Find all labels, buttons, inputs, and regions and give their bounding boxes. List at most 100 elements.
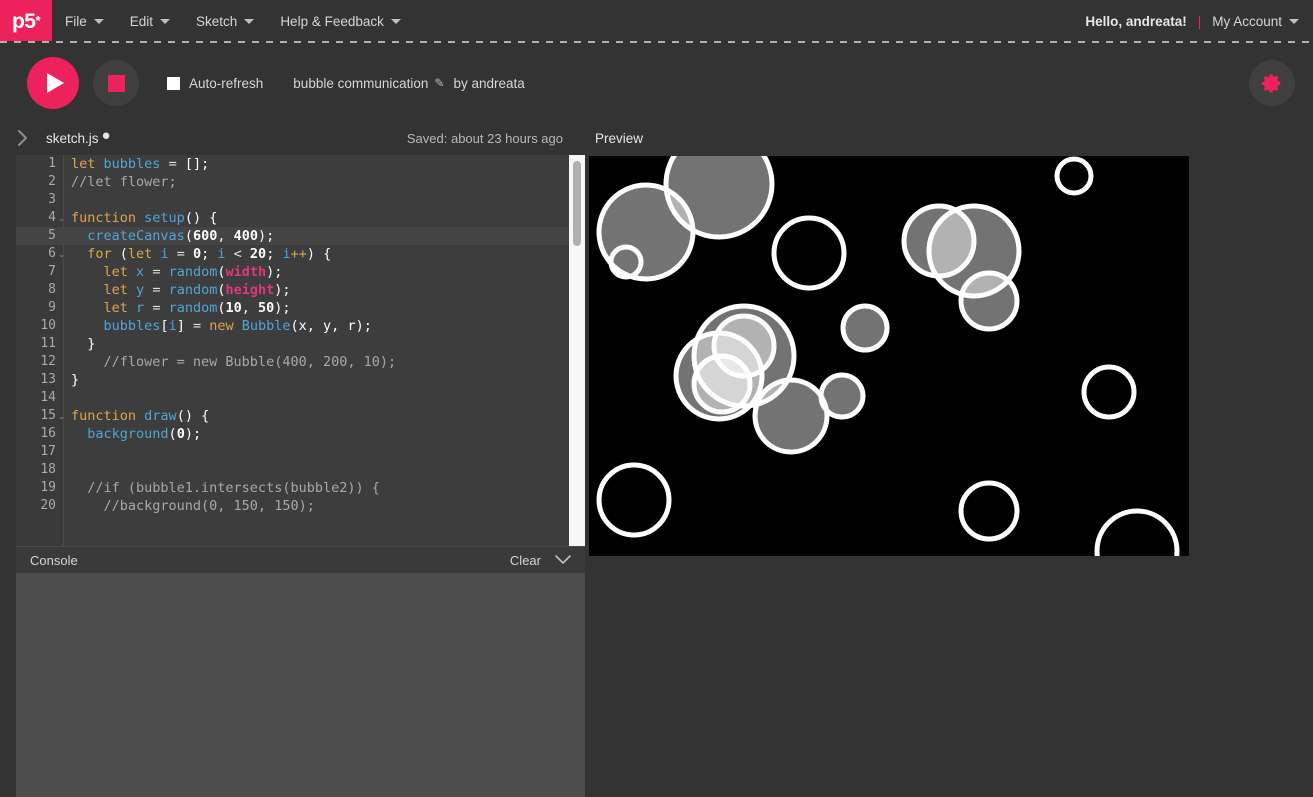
code-line[interactable]: 19 //if (bubble1.intersects(bubble2)) {	[16, 479, 585, 497]
code-line-text: background(0);	[87, 426, 202, 442]
code-line[interactable]: 5 createCanvas(600, 400);	[16, 227, 585, 245]
code-line[interactable]: 9 let r = random(10, 50);	[16, 299, 585, 317]
code-line[interactable]: 12 //flower = new Bubble(400, 200, 10);	[16, 353, 585, 371]
sidebar-toggle-button[interactable]	[0, 121, 46, 155]
bubble-canvas	[589, 156, 1189, 556]
code-line[interactable]: 14	[16, 389, 585, 407]
code-line[interactable]: 4 ⌄ function setup() {	[16, 209, 585, 227]
sketch-canvas[interactable]	[589, 156, 1189, 556]
sketch-name[interactable]: bubble communication ✎	[293, 76, 444, 91]
console-clear-button[interactable]: Clear	[510, 553, 541, 568]
saved-status: Saved: about 23 hours ago	[406, 130, 563, 146]
line-number: 7	[48, 264, 56, 279]
editor-column: sketch.js ● Saved: about 23 hours ago 1l…	[0, 121, 585, 797]
menu-edit[interactable]: Edit	[117, 0, 183, 43]
menu-file-label: File	[65, 14, 87, 29]
line-number: 16	[40, 426, 56, 441]
menu-edit-label: Edit	[129, 14, 154, 29]
code-editor[interactable]: 1 let bubbles = []; 2//let flower; 3 4 ⌄ funct…	[16, 155, 585, 546]
top-nav-bar: p5 * File Edit Sketch Help & Feedback Hel…	[0, 0, 1313, 43]
chevron-right-icon	[18, 130, 27, 146]
unsaved-indicator-icon: ●	[101, 126, 111, 144]
bubble	[691, 353, 753, 415]
code-line[interactable]: 2 //let flower;	[16, 173, 585, 191]
line-number: 17	[40, 444, 56, 459]
line-number: 5	[48, 228, 56, 243]
stop-button[interactable]	[93, 60, 139, 106]
line-number: 4	[48, 210, 56, 225]
sketch-author: by andreata	[453, 75, 525, 91]
code-line[interactable]: 10 bubbles[i] = new Bubble(x, y, r);	[16, 317, 585, 335]
menu-help-feedback[interactable]: Help & Feedback	[267, 0, 414, 43]
logo-star: *	[35, 13, 41, 28]
code-line-text: createCanvas(600, 400);	[87, 228, 275, 244]
code-line[interactable]: 1 let bubbles = [];	[16, 155, 585, 173]
file-tab-sketch-js[interactable]: sketch.js ●	[46, 126, 111, 146]
code-line-text: let bubbles = [];	[71, 156, 210, 172]
code-line[interactable]: 7 let x = random(width);	[16, 263, 585, 281]
bubble	[1081, 364, 1137, 420]
line-number: 20	[40, 498, 56, 513]
bubble	[840, 303, 890, 353]
bubble	[818, 372, 866, 420]
menu-sketch[interactable]: Sketch	[183, 0, 267, 43]
bubble	[958, 270, 1020, 332]
preview-label: Preview	[595, 130, 644, 146]
code-fold-toggle-icon[interactable]: ⌄	[57, 407, 66, 425]
code-line-text: //flower = new Bubble(400, 200, 10);	[71, 354, 397, 370]
chevron-down-icon	[244, 19, 255, 24]
code-fold-toggle-icon[interactable]: ⌄	[57, 245, 66, 263]
gear-icon	[1261, 74, 1281, 93]
line-number: 10	[40, 318, 56, 333]
console-collapse-button[interactable]	[555, 555, 571, 565]
code-line[interactable]: 11 }	[16, 335, 585, 353]
p5-logo[interactable]: p5 *	[0, 0, 52, 43]
bubble	[608, 244, 644, 280]
chevron-down-icon	[160, 19, 171, 24]
code-line-text: //let flower;	[71, 174, 177, 190]
menu-sketch-label: Sketch	[196, 14, 238, 29]
code-lines[interactable]: 1 let bubbles = []; 2//let flower; 3 4 ⌄ funct…	[16, 155, 585, 546]
my-account-label: My Account	[1212, 14, 1282, 29]
play-button[interactable]	[27, 57, 79, 109]
scrollbar-thumb[interactable]	[573, 161, 581, 246]
code-line-text: function setup() {	[71, 210, 218, 226]
code-line[interactable]: 3	[16, 191, 585, 209]
nav-right-group: Hello, andreata! | My Account	[1085, 14, 1313, 29]
chevron-down-icon	[93, 19, 104, 24]
my-account-menu[interactable]: My Account	[1212, 14, 1299, 29]
console-output[interactable]	[16, 573, 585, 797]
code-line[interactable]: 8 let y = random(height);	[16, 281, 585, 299]
code-line-text: let y = random(height);	[103, 282, 291, 298]
bubble	[752, 377, 830, 455]
code-line-text: //background(0, 150, 150);	[71, 498, 315, 514]
code-fold-toggle-icon[interactable]: ⌄	[57, 209, 66, 227]
code-line[interactable]: 20 //background(0, 150, 150);	[16, 497, 585, 515]
code-line[interactable]: 16 background(0);	[16, 425, 585, 443]
code-line[interactable]: 17	[16, 443, 585, 461]
code-line[interactable]: 6 ⌄ for (let i = 0; i < 20; i++) {	[16, 245, 585, 263]
logo-text: p5	[11, 9, 36, 33]
line-number: 6	[48, 246, 56, 261]
editor-vertical-scrollbar[interactable]	[569, 155, 585, 546]
line-number: 11	[40, 336, 56, 351]
code-line-text: bubbles[i] = new Bubble(x, y, r);	[103, 318, 372, 334]
bubble	[958, 480, 1020, 542]
chevron-down-icon	[1289, 19, 1299, 24]
code-line[interactable]: 15 ⌄ function draw() {	[16, 407, 585, 425]
nav-separator: |	[1197, 14, 1202, 29]
code-line[interactable]: 13}	[16, 371, 585, 389]
bubble	[1054, 156, 1094, 196]
line-number: 14	[40, 390, 56, 405]
line-number: 18	[40, 462, 56, 477]
line-number: 2	[48, 174, 56, 189]
console-title: Console	[30, 552, 78, 568]
menu-file[interactable]: File	[52, 0, 117, 43]
auto-refresh-checkbox[interactable]: Auto-refresh	[167, 76, 263, 91]
code-line-text: let r = random(10, 50);	[103, 300, 291, 316]
play-icon	[46, 73, 64, 93]
pencil-icon[interactable]: ✎	[434, 76, 444, 90]
code-line[interactable]: 18	[16, 461, 585, 479]
settings-button[interactable]	[1249, 60, 1295, 106]
line-number: 13	[40, 372, 56, 387]
